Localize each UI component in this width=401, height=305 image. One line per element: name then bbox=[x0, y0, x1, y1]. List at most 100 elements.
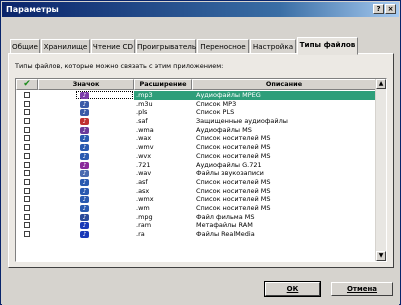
extension-cell: .m3u bbox=[136, 99, 153, 108]
table-row[interactable]: ♪ .m3u Список MP3 bbox=[16, 100, 376, 109]
media-list-icon: ♪ bbox=[80, 135, 89, 143]
column-header-description[interactable]: Описание bbox=[192, 79, 376, 90]
table-row[interactable]: ♪ .wmx Список носителей MS bbox=[16, 195, 376, 204]
table-row[interactable]: ♪ .mp3 Аудиофайлы MPEG bbox=[16, 91, 376, 100]
file-type-checkbox[interactable] bbox=[24, 204, 30, 211]
extension-cell: .ra bbox=[136, 230, 145, 238]
media-list-icon: ♪ bbox=[80, 204, 89, 212]
file-type-checkbox[interactable] bbox=[24, 222, 30, 229]
tab-portable[interactable]: Переносное bbox=[197, 39, 249, 54]
realmedia-icon: ♪ bbox=[80, 231, 89, 238]
table-body: ♪ .mp3 Аудиофайлы MPEG ♪ .m3u Список MP3 ♪ .pls… bbox=[16, 91, 376, 239]
wave-audio-icon: ♪ bbox=[80, 170, 89, 178]
tab-cd-reading[interactable]: Чтение CD bbox=[91, 39, 135, 54]
extension-cell: .mp3 bbox=[134, 91, 192, 100]
file-type-checkbox[interactable] bbox=[24, 118, 30, 125]
options-dialog: Параметры ? × Общие Хранилище Чтение CD … bbox=[0, 0, 401, 305]
playlist-icon: ♪ bbox=[80, 100, 89, 108]
description-cell: Список MP3 bbox=[196, 99, 237, 108]
description-cell: Список носителей MS bbox=[196, 177, 271, 186]
protected-audio-icon: ♪ bbox=[80, 118, 89, 126]
dialog-footer: ОК Отмена bbox=[2, 273, 399, 305]
checkmark-icon: ✔ bbox=[23, 79, 31, 89]
file-type-checkbox[interactable] bbox=[24, 178, 30, 185]
close-icon[interactable]: × bbox=[385, 4, 396, 14]
table-row[interactable]: ♪ .ra Файлы RealMedia bbox=[16, 230, 376, 239]
table-row[interactable]: ♪ .asf Список носителей MS bbox=[16, 178, 376, 187]
description-cell: Метафайлы RAM bbox=[196, 221, 253, 230]
column-header-extension[interactable]: Расширение bbox=[134, 79, 192, 90]
window-title: Параметры bbox=[6, 5, 59, 14]
table-row[interactable]: ♪ .wm Список носителей MS bbox=[16, 204, 376, 213]
cancel-button[interactable]: Отмена bbox=[331, 282, 393, 296]
description-cell: Список носителей MS bbox=[196, 186, 271, 195]
tab-settings[interactable]: Настройка bbox=[250, 39, 296, 54]
table-row[interactable]: ♪ .wav Файлы звукозаписи bbox=[16, 169, 376, 178]
description-cell: Список PLS bbox=[196, 108, 235, 117]
file-type-checkbox[interactable] bbox=[24, 196, 30, 203]
extension-cell: .pls bbox=[136, 108, 148, 117]
table-row[interactable]: ♪ .wax Список носителей MS bbox=[16, 134, 376, 143]
tab-storage[interactable]: Хранилище bbox=[41, 39, 90, 54]
description-cell: Список носителей MS bbox=[196, 134, 271, 143]
realmedia-icon: ♪ bbox=[80, 222, 89, 230]
file-type-checkbox[interactable] bbox=[24, 170, 30, 177]
extension-cell: .721 bbox=[136, 160, 151, 169]
file-type-checkbox[interactable] bbox=[24, 135, 30, 142]
table-row[interactable]: ♪ .wma Аудиофайлы MS bbox=[16, 126, 376, 135]
column-header-icon[interactable]: Значок bbox=[38, 79, 134, 90]
table-row[interactable]: ♪ .wmv Список носителей MS bbox=[16, 143, 376, 152]
description-cell: Список носителей MS bbox=[196, 151, 271, 160]
help-icon[interactable]: ? bbox=[373, 4, 384, 14]
file-type-checkbox[interactable] bbox=[24, 126, 30, 133]
description-cell: Список носителей MS bbox=[196, 203, 271, 212]
ok-button[interactable]: ОК bbox=[264, 281, 321, 297]
file-type-checkbox[interactable] bbox=[24, 92, 30, 98]
title-bar: Параметры ? × bbox=[2, 2, 399, 17]
file-type-checkbox[interactable] bbox=[24, 100, 30, 107]
file-types-table: ✔ Значок Расширение Описание ♪ .mp3 Аудиоф… bbox=[15, 78, 387, 262]
column-header-check[interactable]: ✔ bbox=[16, 79, 38, 90]
scroll-down-icon[interactable]: ▼ bbox=[376, 251, 386, 261]
media-list-icon: ♪ bbox=[80, 178, 89, 186]
extension-cell: .wvx bbox=[136, 151, 152, 160]
file-type-checkbox[interactable] bbox=[24, 161, 30, 168]
table-row[interactable]: ♪ .asx Список носителей MS bbox=[16, 187, 376, 196]
description-cell: Защищенные аудиофайлы bbox=[196, 117, 288, 126]
extension-cell: .saf bbox=[136, 117, 148, 126]
tab-general[interactable]: Общие bbox=[10, 39, 40, 54]
file-type-checkbox[interactable] bbox=[24, 144, 30, 151]
tab-player[interactable]: Проигрыватель bbox=[136, 39, 196, 54]
description-cell: Список носителей MS bbox=[196, 143, 271, 152]
tab-file-types[interactable]: Типы файлов bbox=[297, 37, 358, 55]
audio-wma-icon: ♪ bbox=[80, 126, 89, 134]
movie-file-icon: ♪ bbox=[80, 213, 89, 221]
table-header: ✔ Значок Расширение Описание bbox=[16, 79, 376, 90]
table-row[interactable]: ♪ .mpg Файл фильма MS bbox=[16, 213, 376, 222]
description-cell: Аудиофайлы G.721 bbox=[196, 160, 262, 169]
panel-description: Типы файлов, которые можно связать с эти… bbox=[15, 62, 224, 70]
vertical-scrollbar[interactable]: ▲ ▼ bbox=[375, 79, 386, 261]
file-type-checkbox[interactable] bbox=[24, 187, 30, 194]
file-type-checkbox[interactable] bbox=[24, 231, 30, 237]
extension-cell: .wax bbox=[136, 134, 152, 143]
description-cell: Файл фильма MS bbox=[196, 212, 255, 221]
file-type-checkbox[interactable] bbox=[24, 152, 30, 159]
playlist-icon: ♪ bbox=[80, 109, 89, 117]
media-list-icon: ♪ bbox=[80, 196, 89, 204]
table-row[interactable]: ♪ .pls Список PLS bbox=[16, 108, 376, 117]
extension-cell: .wmx bbox=[136, 195, 154, 204]
extension-cell: .wmv bbox=[136, 143, 154, 152]
file-type-checkbox[interactable] bbox=[24, 109, 30, 116]
table-row[interactable]: ♪ .721 Аудиофайлы G.721 bbox=[16, 161, 376, 170]
description-cell: Список носителей MS bbox=[196, 195, 271, 204]
table-row[interactable]: ♪ .saf Защищенные аудиофайлы bbox=[16, 117, 376, 126]
audio-mp3-icon: ♪ bbox=[80, 92, 89, 99]
scroll-up-icon[interactable]: ▲ bbox=[376, 79, 386, 89]
table-row[interactable]: ♪ .wvx Список носителей MS bbox=[16, 152, 376, 161]
description-cell: Аудиофайлы MPEG bbox=[192, 91, 376, 100]
file-type-checkbox[interactable] bbox=[24, 213, 30, 220]
media-list-icon: ♪ bbox=[80, 187, 89, 195]
media-list-icon: ♪ bbox=[80, 152, 89, 160]
table-row[interactable]: ♪ .ram Метафайлы RAM bbox=[16, 221, 376, 230]
